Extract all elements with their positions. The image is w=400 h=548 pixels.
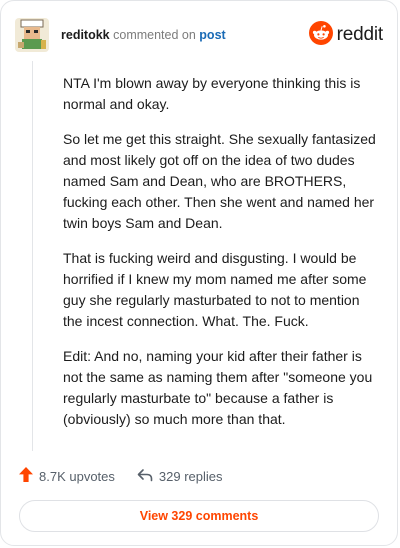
view-comments-button[interactable]: View 329 comments [19, 500, 379, 532]
upvote-arrow-icon [19, 467, 39, 485]
username-link[interactable]: reditokk [61, 28, 110, 42]
reply-count: 329 replies [158, 468, 223, 484]
replies-button[interactable]: 329 replies [137, 468, 223, 485]
comment-byline: reditokk commented on post [61, 28, 226, 42]
reddit-snoo-icon [308, 20, 333, 50]
upvote-button[interactable]: 8.7K upvotes [19, 467, 115, 485]
post-link[interactable]: post [199, 28, 225, 42]
comment-paragraph: That is fucking weird and disgusting. I … [63, 250, 367, 329]
comment-body: NTA I'm blown away by everyone thinking … [63, 73, 381, 444]
upvote-count: 8.7K upvotes [39, 468, 115, 484]
reddit-logo[interactable]: reddit [308, 20, 384, 50]
comment-header: reditokk commented on post reddit [15, 15, 383, 55]
comment-footer: 8.7K upvotes 329 replies [19, 465, 379, 487]
comment-paragraph: Edit: And no, naming your kid after thei… [63, 348, 373, 427]
reply-arrow-icon [137, 468, 159, 485]
user-avatar[interactable] [15, 18, 49, 52]
comment-card: reditokk commented on post reddit NTA I'… [0, 0, 398, 546]
reddit-wordmark: reddit [336, 24, 384, 45]
action-text: commented on [113, 28, 196, 42]
thread-line [32, 61, 33, 451]
comment-paragraph: So let me get this straight. She sexuall… [63, 131, 376, 231]
comment-paragraph: NTA I'm blown away by everyone thinking … [63, 75, 361, 112]
